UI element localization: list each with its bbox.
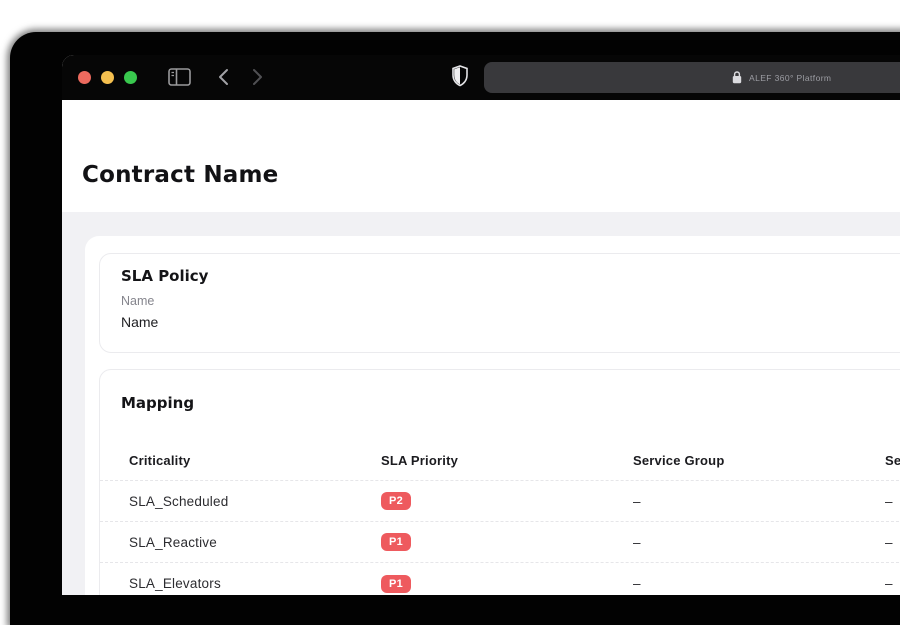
service-group-value: – [633,494,885,509]
priority-badge: P1 [381,533,411,551]
col-sla-priority: SLA Priority [381,453,633,468]
page-header: Contract Name [62,100,900,192]
name-field-label: Name [121,294,900,309]
browser-window: ALEF 360° Platform Contract Name Contrac… [62,55,900,595]
traffic-lights [78,71,137,84]
lock-icon [732,71,742,84]
shield-icon[interactable] [452,65,468,87]
col-service-group: Service Group [633,453,885,468]
page-content: SLA Policy Name Name Mapping Criticality… [62,212,900,595]
service-group-value: – [633,535,885,550]
sla-policy-title: SLA Policy [121,267,900,285]
criticality-value: SLA_Reactive [129,535,381,550]
address-bar-text: ALEF 360° Platform [749,73,831,83]
sidebar-toggle-icon[interactable] [168,68,191,86]
service-extra-value: – [885,576,900,591]
service-extra-value: – [885,535,900,550]
minimize-window-icon[interactable] [101,71,114,84]
sla-policy-card: SLA Policy Name Name [99,253,900,353]
forward-icon[interactable] [252,68,263,86]
mapping-card: Mapping Criticality SLA Priority Service… [99,369,900,595]
page-title: Contract Name [82,158,900,192]
name-field-value: Name [121,314,900,331]
table-row[interactable]: SLA_Scheduled P2 – – [100,481,900,522]
address-bar[interactable]: ALEF 360° Platform [484,62,900,93]
mapping-table: Criticality SLA Priority Service Group S… [100,440,900,595]
table-header-row: Criticality SLA Priority Service Group S… [100,440,900,481]
priority-badge: P1 [381,575,411,593]
criticality-value: SLA_Elevators [129,576,381,591]
col-service-extra: Ser [885,453,900,468]
address-bar-content: ALEF 360° Platform [732,62,831,93]
maximize-window-icon[interactable] [124,71,137,84]
content-panel: SLA Policy Name Name Mapping Criticality… [85,236,900,595]
priority-badge: P2 [381,492,411,510]
back-icon[interactable] [218,68,229,86]
criticality-value: SLA_Scheduled [129,494,381,509]
mapping-title: Mapping [100,394,900,412]
table-row[interactable]: SLA_Reactive P1 – – [100,522,900,563]
service-group-value: – [633,576,885,591]
close-window-icon[interactable] [78,71,91,84]
table-row[interactable]: SLA_Elevators P1 – – [100,563,900,595]
col-criticality: Criticality [129,453,381,468]
service-extra-value: – [885,494,900,509]
browser-titlebar: ALEF 360° Platform [62,55,900,100]
